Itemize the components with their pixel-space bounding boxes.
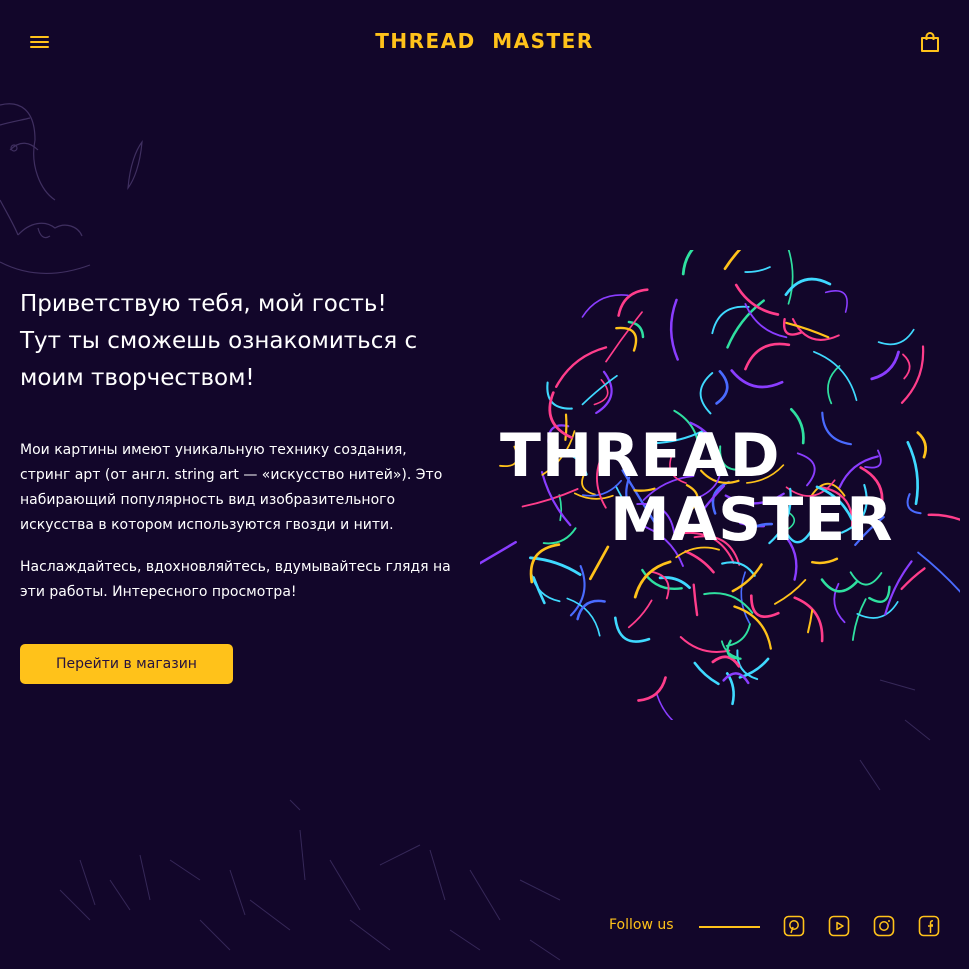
thread-stroke: [791, 318, 840, 341]
thread-stroke: [749, 594, 780, 618]
paragraph-line: Наслаждайтесь, вдохновляйтесь, вдумывайт…: [20, 559, 451, 575]
facebook-icon: [918, 915, 940, 937]
thread-stroke: [868, 585, 891, 603]
paragraph-line: Мои картины имеют уникальную технику соз…: [20, 442, 407, 458]
thread-stroke: [744, 342, 791, 371]
follow-us-label: Follow us: [609, 917, 674, 933]
intro-paragraph: Мои картины имеют уникальную технику соз…: [20, 438, 480, 538]
thread-stroke: [852, 598, 867, 641]
instagram-icon: [873, 915, 895, 937]
thread-stroke: [734, 283, 780, 316]
thread-stroke: [821, 411, 852, 446]
hero-title: Приветствую тебя, мой гость! Тут ты смож…: [20, 286, 480, 397]
thread-stroke: [906, 493, 922, 515]
thread-stroke: [521, 488, 579, 508]
paragraph-line: набирающий популярность вид изобразитель…: [20, 492, 396, 508]
thread-stroke: [838, 455, 879, 489]
thread-stroke: [530, 573, 561, 603]
thread-stroke: [656, 693, 674, 720]
thread-stroke: [787, 250, 794, 305]
thread-stroke: [637, 676, 667, 702]
enjoy-paragraph: Наслаждайтесь, вдохновляйтесь, вдумывайт…: [20, 555, 480, 605]
thread-stroke: [796, 452, 816, 487]
pinterest-icon: [783, 915, 805, 937]
thread-stroke: [681, 250, 694, 276]
thread-stroke: [715, 370, 729, 405]
thread-stroke: [916, 431, 927, 459]
thread-stroke: [480, 540, 517, 565]
cart-button[interactable]: [918, 31, 942, 55]
youtube-link[interactable]: [828, 915, 850, 937]
hero-title-line: Приветствую тебя, мой гость!: [20, 291, 387, 317]
thread-stroke: [744, 266, 771, 273]
art-logo-master: MASTER: [610, 485, 894, 555]
thread-stroke: [617, 288, 649, 317]
thread-stroke: [927, 513, 960, 521]
thread-stroke: [824, 290, 848, 313]
thread-stroke: [529, 556, 582, 576]
thread-stroke: [877, 328, 915, 346]
youtube-icon: [828, 915, 850, 937]
thread-stroke: [693, 661, 720, 686]
thread-stroke: [588, 545, 610, 581]
go-to-shop-button[interactable]: Перейти в магазин: [20, 644, 233, 684]
thread-stroke: [900, 345, 925, 404]
thread-stroke: [820, 578, 858, 593]
thread-stroke: [721, 561, 756, 577]
thread-stroke: [555, 346, 608, 388]
instagram-link[interactable]: [873, 915, 895, 937]
paragraph-line: искусства в котором используются гвозди …: [20, 517, 394, 533]
thread-stroke: [699, 372, 714, 415]
thread-stroke: [789, 407, 805, 445]
thread-stroke: [614, 616, 651, 643]
thread-stroke: [870, 350, 900, 381]
thread-stroke: [811, 557, 839, 565]
facebook-link[interactable]: [918, 915, 940, 937]
shopping-bag-icon: [921, 32, 939, 52]
hero-title-line: Тут ты сможешь ознакомиться с: [20, 328, 418, 354]
hero-title-line: моим творчеством!: [20, 365, 255, 391]
thread-stroke: [917, 551, 960, 593]
thread-stroke: [813, 350, 858, 402]
thread-stroke: [542, 527, 577, 545]
header: THREAD MASTER: [0, 0, 969, 86]
follow-divider: [699, 926, 760, 928]
site-logo[interactable]: THREAD MASTER: [0, 29, 969, 53]
thread-stroke: [807, 609, 814, 634]
thread-stroke: [615, 326, 638, 352]
thread-stroke: [827, 365, 841, 405]
thread-stroke: [566, 597, 601, 637]
thread-stroke: [692, 583, 699, 617]
thread-stroke: [730, 369, 784, 389]
paragraph-line: эти работы. Интересного просмотра!: [20, 584, 297, 600]
art-logo-thread: THREAD: [500, 421, 781, 491]
thread-stroke: [902, 353, 911, 380]
thread-stroke: [627, 599, 653, 629]
thread-stroke: [725, 672, 735, 706]
thread-stroke: [793, 596, 824, 643]
thread-stroke: [595, 370, 613, 415]
thread-stroke: [558, 494, 563, 522]
pinterest-link[interactable]: [783, 915, 805, 937]
thread-stroke: [723, 250, 742, 271]
paragraph-line: стринг арт (от англ. string art — «искус…: [20, 467, 443, 483]
thread-stroke: [744, 303, 788, 339]
thread-stroke: [669, 298, 679, 361]
thread-stroke: [738, 657, 770, 679]
